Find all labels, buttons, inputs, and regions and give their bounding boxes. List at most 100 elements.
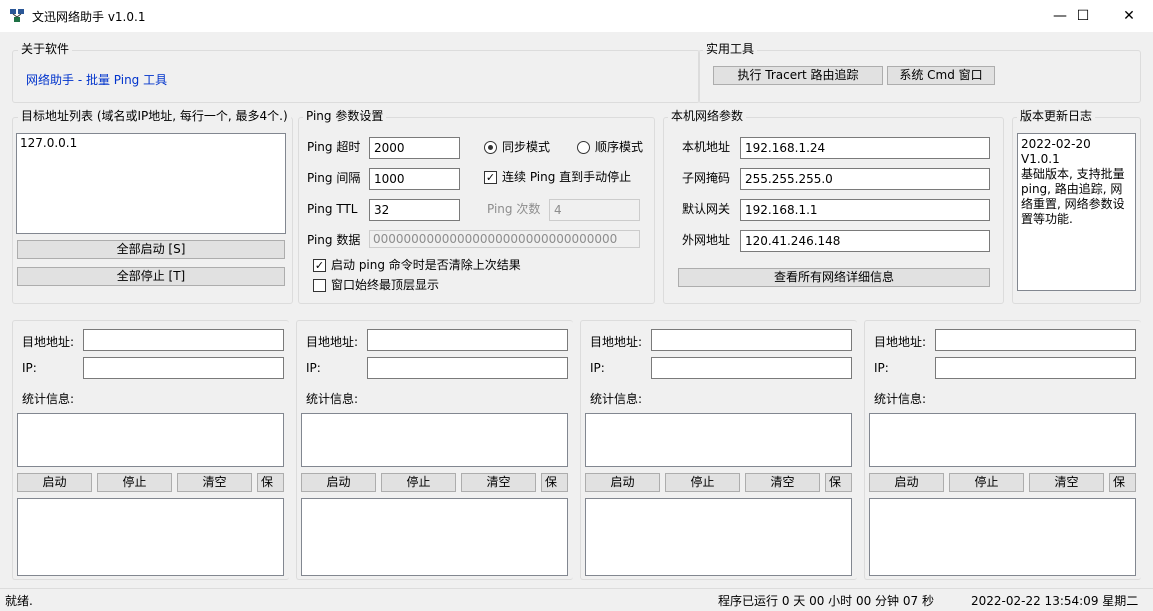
ping-output-textarea[interactable] [585,498,852,576]
seq-mode-radio[interactable] [577,141,590,154]
cmd-button[interactable]: 系统 Cmd 窗口 [887,66,995,85]
stats-textarea[interactable] [869,413,1136,467]
stop-button[interactable]: 停止 [665,473,740,492]
save-button[interactable]: 保 [257,473,284,492]
tracert-button[interactable]: 执行 Tracert 路由追踪 [713,66,883,85]
stop-button[interactable]: 停止 [949,473,1024,492]
status-bar: 就绪. 程序已运行 0 天 00 小时 00 分钟 07 秒 2022-02-2… [0,588,1153,611]
ip-input[interactable] [83,357,284,379]
ip-label: IP: [874,361,889,375]
target-address-input[interactable] [367,329,568,351]
datetime-text: 2022-02-22 13:54:09 星期二 [971,594,1139,608]
stop-all-button[interactable]: 全部停止 [T] [17,267,285,286]
count-label: Ping 次数 [487,202,541,216]
window-title: 文迅网络助手 v1.0.1 [32,10,146,24]
about-link[interactable]: 网络助手 - 批量 Ping 工具 [26,73,167,87]
target-list-legend: 目标地址列表 (域名或IP地址, 每行一个, 最多4个.) [18,109,291,123]
stop-button[interactable]: 停止 [97,473,172,492]
local-address-label: 本机地址 [682,140,731,154]
stats-label: 统计信息: [590,392,643,406]
start-all-button[interactable]: 全部启动 [S] [17,240,285,259]
ip-input[interactable] [367,357,568,379]
save-button[interactable]: 保 [1109,473,1136,492]
data-label: Ping 数据 [307,233,361,247]
gateway-label: 默认网关 [682,202,731,216]
close-icon: ✕ [1123,8,1135,24]
start-button[interactable]: 启动 [869,473,944,492]
stats-label: 统计信息: [306,392,359,406]
target-address-input[interactable] [935,329,1136,351]
stats-textarea[interactable] [301,413,568,467]
uptime-text: 程序已运行 0 天 00 小时 00 分钟 07 秒 [718,594,934,608]
interval-input[interactable]: 1000 [369,168,460,190]
ping-output-textarea[interactable] [17,498,284,576]
ping-output-textarea[interactable] [301,498,568,576]
clear-button[interactable]: 清空 [177,473,252,492]
maximize-icon: ☐ [1076,8,1090,24]
gateway-input[interactable]: 192.168.1.1 [740,199,990,221]
save-button[interactable]: 保 [541,473,568,492]
subnet-mask-label: 子网掩码 [682,171,731,185]
ping-settings-legend: Ping 参数设置 [303,109,387,123]
subnet-mask-input[interactable]: 255.255.255.0 [740,168,990,190]
data-input[interactable]: 00000000000000000000000000000000 [369,230,640,248]
public-address-input[interactable]: 120.41.246.148 [740,230,990,252]
clear-on-start-label[interactable]: 启动 ping 命令时是否清除上次结果 [331,258,521,272]
ip-input[interactable] [651,357,852,379]
changelog-legend: 版本更新日志 [1017,109,1096,123]
target-address-input[interactable] [83,329,284,351]
interval-label: Ping 间隔 [307,171,361,185]
close-button[interactable]: ✕ [1106,0,1152,32]
stats-label: 统计信息: [22,392,75,406]
network-legend: 本机网络参数 [668,109,747,123]
ip-label: IP: [590,361,605,375]
network-details-button[interactable]: 查看所有网络详细信息 [678,268,990,287]
ping-output-textarea[interactable] [869,498,1136,576]
target-address-label: 目地地址: [306,335,359,349]
changelog-text: 2022-02-20 V1.0.1 基础版本, 支持批量ping, 路由追踪, … [1017,133,1136,291]
stats-textarea[interactable] [585,413,852,467]
continuous-checkbox[interactable]: ✓ [484,171,497,184]
clear-button[interactable]: 清空 [1029,473,1104,492]
ip-label: IP: [306,361,321,375]
status-text: 就绪. [5,594,33,608]
app-icon [10,9,24,22]
check-icon: ✓ [485,171,496,184]
target-list-textarea[interactable]: 127.0.0.1 [16,133,286,234]
ttl-label: Ping TTL [307,202,358,216]
timeout-label: Ping 超时 [307,140,361,154]
stop-button[interactable]: 停止 [381,473,456,492]
stats-textarea[interactable] [17,413,284,467]
continuous-label[interactable]: 连续 Ping 直到手动停止 [502,170,631,184]
start-button[interactable]: 启动 [301,473,376,492]
sync-mode-label[interactable]: 同步模式 [502,140,550,154]
always-on-top-checkbox[interactable] [313,279,326,292]
stats-label: 统计信息: [874,392,927,406]
target-address-label: 目地地址: [874,335,927,349]
about-legend: 关于软件 [18,42,73,56]
public-address-label: 外网地址 [682,233,731,247]
target-address-label: 目地地址: [22,335,75,349]
seq-mode-label[interactable]: 顺序模式 [595,140,643,154]
count-input[interactable]: 4 [549,199,640,221]
sync-mode-radio[interactable] [484,141,497,154]
radio-dot-icon [488,145,493,150]
ip-label: IP: [22,361,37,375]
clear-button[interactable]: 清空 [745,473,820,492]
target-address-input[interactable] [651,329,852,351]
always-on-top-label[interactable]: 窗口始终最顶层显示 [331,278,439,292]
start-button[interactable]: 启动 [585,473,660,492]
save-button[interactable]: 保 [825,473,852,492]
clear-button[interactable]: 清空 [461,473,536,492]
title-bar[interactable]: 文迅网络助手 v1.0.1 — ☐ ✕ [0,0,1153,32]
maximize-button[interactable]: ☐ [1060,0,1106,32]
check-icon: ✓ [314,259,325,272]
start-button[interactable]: 启动 [17,473,92,492]
tools-legend: 实用工具 [703,42,758,56]
local-address-input[interactable]: 192.168.1.24 [740,137,990,159]
ip-input[interactable] [935,357,1136,379]
timeout-input[interactable]: 2000 [369,137,460,159]
target-address-label: 目地地址: [590,335,643,349]
clear-on-start-checkbox[interactable]: ✓ [313,259,326,272]
ttl-input[interactable]: 32 [369,199,460,221]
